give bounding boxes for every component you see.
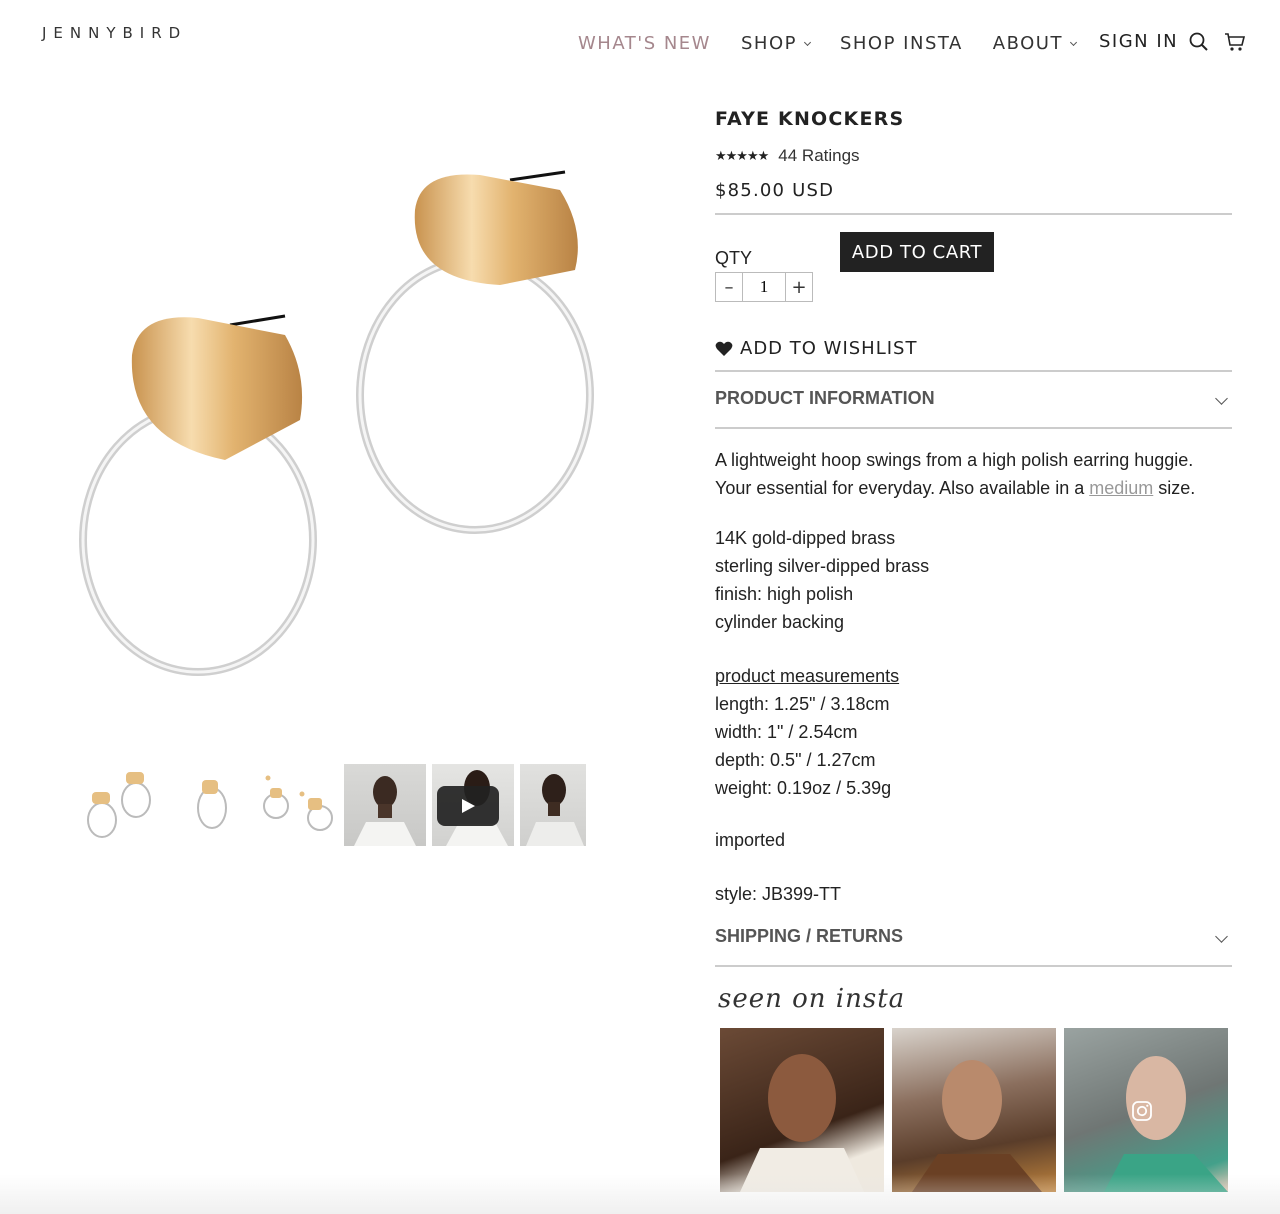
feature-item: sterling silver-dipped brass [715, 556, 930, 576]
measurement-item: width: 1" / 2.54cm [715, 722, 858, 742]
style-number: style: JB399-TT [715, 884, 842, 904]
description-text: size. [1153, 478, 1196, 498]
nav-about[interactable]: ABOUT [992, 33, 1078, 54]
chevron-down-icon [1215, 392, 1228, 405]
shipping-returns-accordion[interactable]: SHIPPING / RETURNS [715, 926, 1232, 947]
divider [715, 370, 1232, 372]
quantity-stepper: – + [715, 272, 813, 302]
insta-photo[interactable] [892, 1028, 1056, 1192]
bottom-fade [0, 1174, 1280, 1214]
product-main-image[interactable] [60, 140, 620, 700]
feature-item: cylinder backing [715, 612, 845, 632]
thumbnail-earring-side[interactable] [168, 764, 250, 846]
instagram-icon [1132, 1101, 1152, 1121]
main-nav: WHAT'S NEW SHOP SHOP INSTA ABOUT [578, 33, 1106, 54]
search-icon[interactable] [1188, 31, 1210, 53]
portrait-icon [740, 1054, 864, 1192]
nav-label: ABOUT [992, 33, 1063, 54]
product-information-accordion[interactable]: PRODUCT INFORMATION [715, 388, 1232, 409]
model-icon [354, 776, 416, 846]
qty-increase-button[interactable]: + [786, 273, 812, 301]
thumbnail-model-front[interactable] [344, 764, 426, 846]
add-to-cart-button[interactable]: ADD TO CART [840, 232, 994, 272]
thumbnail-strip [80, 764, 592, 846]
feature-item: finish: high polish [715, 584, 854, 604]
play-icon[interactable] [437, 786, 499, 826]
model-icon [526, 774, 584, 846]
qty-label: QTY [715, 248, 753, 268]
thumbnail-video[interactable] [432, 764, 514, 846]
accordion-label: SHIPPING / RETURNS [715, 926, 904, 946]
accordion-label: PRODUCT INFORMATION [715, 388, 935, 408]
divider [715, 427, 1232, 429]
star-rating-icon: ★★★★★ [715, 148, 769, 163]
insta-photo[interactable] [720, 1028, 884, 1192]
product-price: $85.00 USD [715, 180, 835, 201]
rating[interactable]: ★★★★★ 44 Ratings [715, 146, 860, 166]
logo[interactable]: JENNYBIRD [42, 24, 187, 42]
medium-size-link[interactable]: medium [1089, 478, 1153, 498]
chevron-down-icon [1215, 930, 1228, 943]
insta-photo[interactable] [1064, 1028, 1228, 1192]
nav-label: SHOP INSTA [839, 33, 963, 54]
measurement-item: depth: 0.5" / 1.27cm [715, 750, 876, 770]
product-measurements-link[interactable]: product measurements [715, 666, 899, 687]
product-description: A lightweight hoop swings from a high po… [715, 446, 1232, 502]
add-to-wishlist-button[interactable]: ADD TO WISHLIST [715, 338, 917, 359]
chevron-down-icon [803, 38, 812, 46]
nav-label: SHOP [740, 33, 797, 54]
origin-text: imported [715, 830, 786, 850]
thumbnail-model-side[interactable] [520, 764, 586, 846]
sign-in-link[interactable]: SIGN IN [1099, 31, 1178, 52]
portrait-icon [912, 1060, 1042, 1192]
wishlist-label: ADD TO WISHLIST [740, 338, 918, 359]
thumbnail-earrings-flat[interactable] [256, 764, 338, 846]
cart-icon[interactable] [1224, 31, 1246, 53]
qty-decrease-button[interactable]: – [716, 273, 742, 301]
feature-item: 14K gold-dipped brass [715, 528, 896, 548]
measurement-item: weight: 0.19oz / 5.39g [715, 778, 892, 798]
seen-on-insta-heading: seen on insta [718, 984, 906, 1014]
nav-shop-insta[interactable]: SHOP INSTA [840, 33, 963, 54]
product-title: FAYE KNOCKERS [715, 108, 905, 130]
insta-gallery [720, 1028, 1228, 1192]
measurement-item: length: 1.25" / 3.18cm [715, 694, 890, 714]
heart-icon [715, 341, 733, 356]
ratings-count: 44 Ratings [778, 146, 860, 165]
thumbnail-earrings-front[interactable] [80, 764, 162, 846]
qty-input[interactable] [742, 273, 786, 301]
nav-whats-new[interactable]: WHAT'S NEW [578, 33, 711, 54]
nav-label: WHAT'S NEW [578, 33, 711, 54]
divider [715, 965, 1232, 967]
chevron-down-icon [1069, 38, 1078, 46]
nav-shop[interactable]: SHOP [740, 33, 812, 54]
divider [715, 213, 1232, 215]
